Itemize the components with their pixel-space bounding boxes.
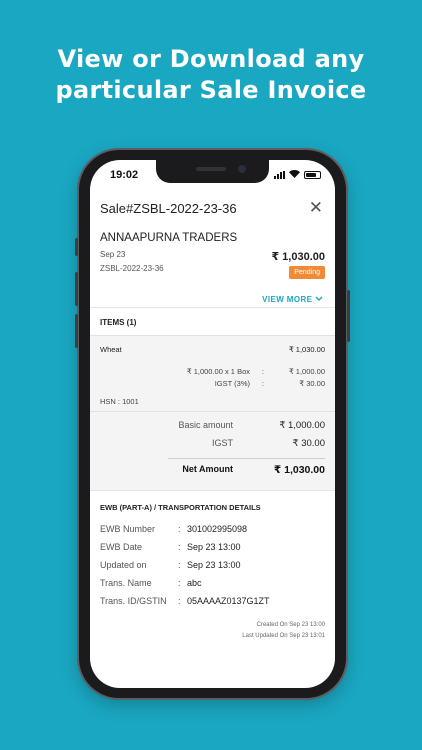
battery-icon (304, 170, 321, 179)
promo-headline: View or Download any particular Sale Inv… (0, 44, 422, 106)
item-name: Wheat (100, 345, 122, 354)
ewb-section: EWB (PART-A) / TRANSPORTATION DETAILS EW… (90, 490, 335, 648)
chevron-down-icon (315, 295, 323, 304)
view-more-label: VIEW MORE (262, 295, 313, 304)
items-section-header: ITEMS (1) (90, 307, 335, 335)
igst-value: ₹ 30.00 (292, 438, 325, 449)
view-more-button[interactable]: VIEW MORE (262, 295, 323, 304)
item-qty-line: ₹ 1,000.00 x 1 Box (186, 367, 250, 376)
ewb-key: Trans. Name (100, 578, 152, 588)
power-button (347, 290, 350, 342)
ewb-value: Sep 23 13:00 (187, 560, 241, 570)
ewb-title: EWB (PART-A) / TRANSPORTATION DETAILS (100, 503, 261, 512)
ewb-key: EWB Date (100, 542, 143, 552)
front-camera (238, 165, 246, 173)
invoice-total: ₹ 1,030.00 (271, 251, 325, 263)
item-hsn: HSN : 1001 (100, 397, 139, 406)
ewb-value: 301002995098 (187, 524, 248, 534)
ewb-row: Trans. ID/GSTIN : 05AAAAZ0137G1ZT (100, 596, 325, 608)
status-badge: Pending (289, 266, 325, 279)
net-amount-value: ₹ 1,030.00 (273, 464, 325, 476)
mute-switch (75, 238, 78, 256)
invoice-date: Sep 23 (100, 250, 126, 259)
igst-label: IGST (211, 438, 233, 448)
invoice-number: ZSBL-2022-23-36 (100, 264, 164, 273)
status-time: 19:02 (110, 169, 139, 181)
ewb-row: EWB Date : Sep 23 13:00 (100, 542, 325, 554)
volume-up-button (75, 272, 78, 306)
notch (156, 160, 269, 183)
created-on: Created On Sep 23 13:00 (256, 622, 325, 628)
totals-divider (168, 458, 325, 459)
item-tax-colon: : (261, 379, 264, 388)
item-qty-colon: : (261, 367, 264, 376)
totals-section: Basic amount ₹ 1,000.00 IGST ₹ 30.00 Net… (90, 412, 335, 490)
volume-down-button (75, 314, 78, 348)
ewb-colon: : (178, 560, 181, 570)
wifi-icon (289, 170, 300, 179)
signal-icon (274, 170, 285, 179)
ewb-value: 05AAAAZ0137G1ZT (187, 596, 270, 606)
invoice-title: Sale#ZSBL-2022-23-36 (100, 201, 237, 216)
speaker (196, 167, 226, 171)
item-qty-value: ₹ 1,000.00 (288, 367, 325, 376)
ewb-key: Trans. ID/GSTIN (100, 596, 167, 606)
last-updated-on: Last Updated On Sep 23 13:01 (242, 633, 325, 639)
close-icon[interactable]: ✕ (309, 199, 323, 217)
ewb-value: Sep 23 13:00 (187, 542, 241, 552)
ewb-row: EWB Number : 301002995098 (100, 524, 325, 536)
net-amount-label: Net Amount (182, 464, 233, 474)
ewb-row: Trans. Name : abc (100, 578, 325, 590)
status-icons (274, 170, 321, 179)
item-tax-value: ₹ 30.00 (299, 379, 325, 388)
ewb-colon: : (178, 524, 181, 534)
ewb-value: abc (187, 578, 202, 588)
item-amount: ₹ 1,030.00 (288, 345, 325, 354)
ewb-colon: : (178, 596, 181, 606)
ewb-key: EWB Number (100, 524, 156, 534)
ewb-colon: : (178, 578, 181, 588)
items-header-label: ITEMS (1) (100, 318, 137, 327)
header: Sale#ZSBL-2022-23-36 ✕ (100, 199, 325, 218)
item-row[interactable]: Wheat ₹ 1,030.00 ₹ 1,000.00 x 1 Box : ₹ … (90, 335, 335, 412)
headline-line-1: View or Download any (57, 45, 365, 73)
ewb-key: Updated on (100, 560, 147, 570)
phone-frame: 19:02 Sale#ZSBL-2022-23-36 ✕ ANNAAPURNA … (75, 150, 350, 698)
invoice-detail-view: Sale#ZSBL-2022-23-36 ✕ ANNAAPURNA TRADER… (90, 187, 335, 688)
basic-amount-label: Basic amount (178, 420, 233, 430)
phone-screen: 19:02 Sale#ZSBL-2022-23-36 ✕ ANNAAPURNA … (90, 160, 335, 688)
headline-line-2: particular Sale Invoice (55, 76, 367, 104)
party-name: ANNAAPURNA TRADERS (100, 232, 238, 244)
item-tax-label: IGST (3%) (214, 379, 250, 388)
ewb-colon: : (178, 542, 181, 552)
basic-amount-value: ₹ 1,000.00 (279, 420, 325, 431)
ewb-row: Updated on : Sep 23 13:00 (100, 560, 325, 572)
